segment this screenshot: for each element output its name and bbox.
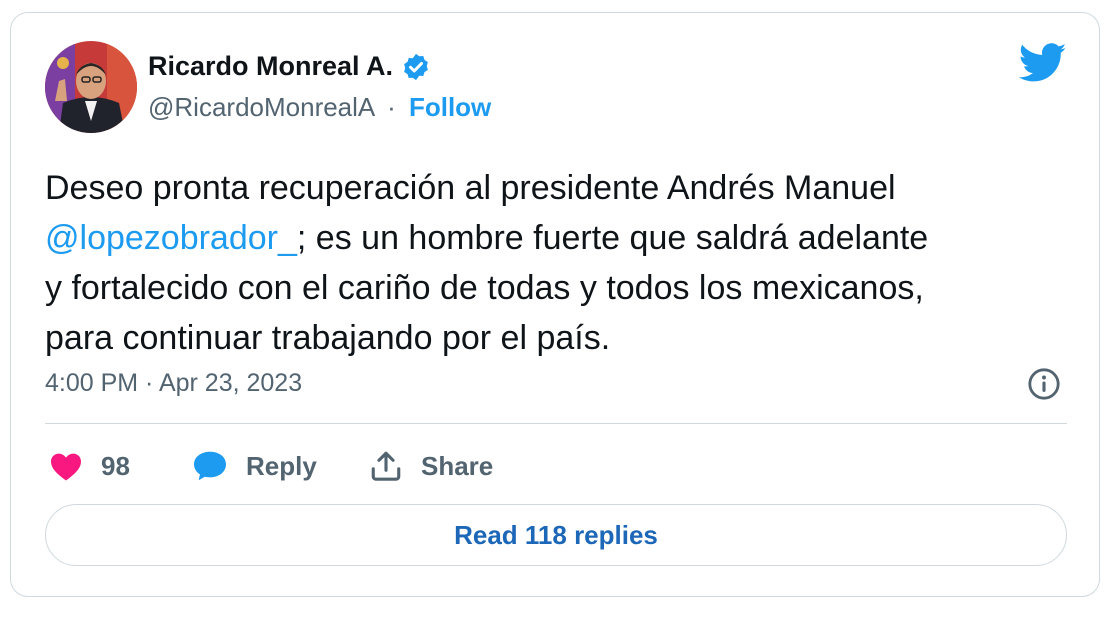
tweet-text-line: Deseo pronta recuperación al presidente … — [45, 169, 896, 207]
author-name-row[interactable]: Ricardo Monreal A. — [148, 51, 431, 82]
tweet-text-line: @lopezobrador_; es un hombre fuerte que … — [45, 213, 1085, 263]
tweet-timestamp[interactable]: 4:00 PM · Apr 23, 2023 — [45, 369, 302, 398]
action-bar: 98 Reply Share — [49, 446, 493, 486]
read-replies-button[interactable]: Read 118 replies — [45, 504, 1067, 566]
verified-badge-icon — [401, 52, 431, 82]
follow-button[interactable]: Follow — [409, 92, 491, 122]
handle-row: @RicardoMonrealA · Follow — [148, 92, 491, 123]
share-label: Share — [421, 450, 494, 481]
twitter-bird-icon[interactable] — [1018, 43, 1067, 83]
heart-icon — [51, 453, 81, 481]
avatar[interactable] — [45, 41, 137, 133]
avatar-image — [45, 41, 137, 133]
like-count: 98 — [101, 450, 130, 481]
author-display-name[interactable]: Ricardo Monreal A. — [148, 51, 393, 82]
mention-link[interactable]: @lopezobrador_ — [45, 219, 297, 257]
tweet-card: Ricardo Monreal A. @RicardoMonrealA · Fo… — [10, 12, 1100, 597]
share-button[interactable]: Share — [369, 449, 493, 483]
tweet-text-line: y fortalecido con el cariño de todas y t… — [45, 269, 924, 307]
reply-label: Reply — [246, 450, 317, 481]
tweet-text-line: para continuar trabajando por el país. — [45, 319, 611, 357]
like-button[interactable]: 98 — [49, 451, 192, 482]
tweet-text-fragment: ; es un hombre fuerte que saldrá adelant… — [296, 219, 929, 257]
author-handle[interactable]: @RicardoMonrealA — [148, 92, 374, 122]
tweet-text: Deseo pronta recuperación al presidente … — [45, 163, 1085, 363]
reply-button[interactable]: Reply — [192, 450, 369, 482]
share-upload-icon — [371, 451, 401, 481]
speech-bubble-icon — [194, 451, 226, 481]
read-replies-label: Read 118 replies — [454, 519, 658, 550]
divider — [45, 423, 1067, 424]
info-icon[interactable] — [1027, 367, 1061, 401]
handle-separator: · — [387, 92, 396, 122]
